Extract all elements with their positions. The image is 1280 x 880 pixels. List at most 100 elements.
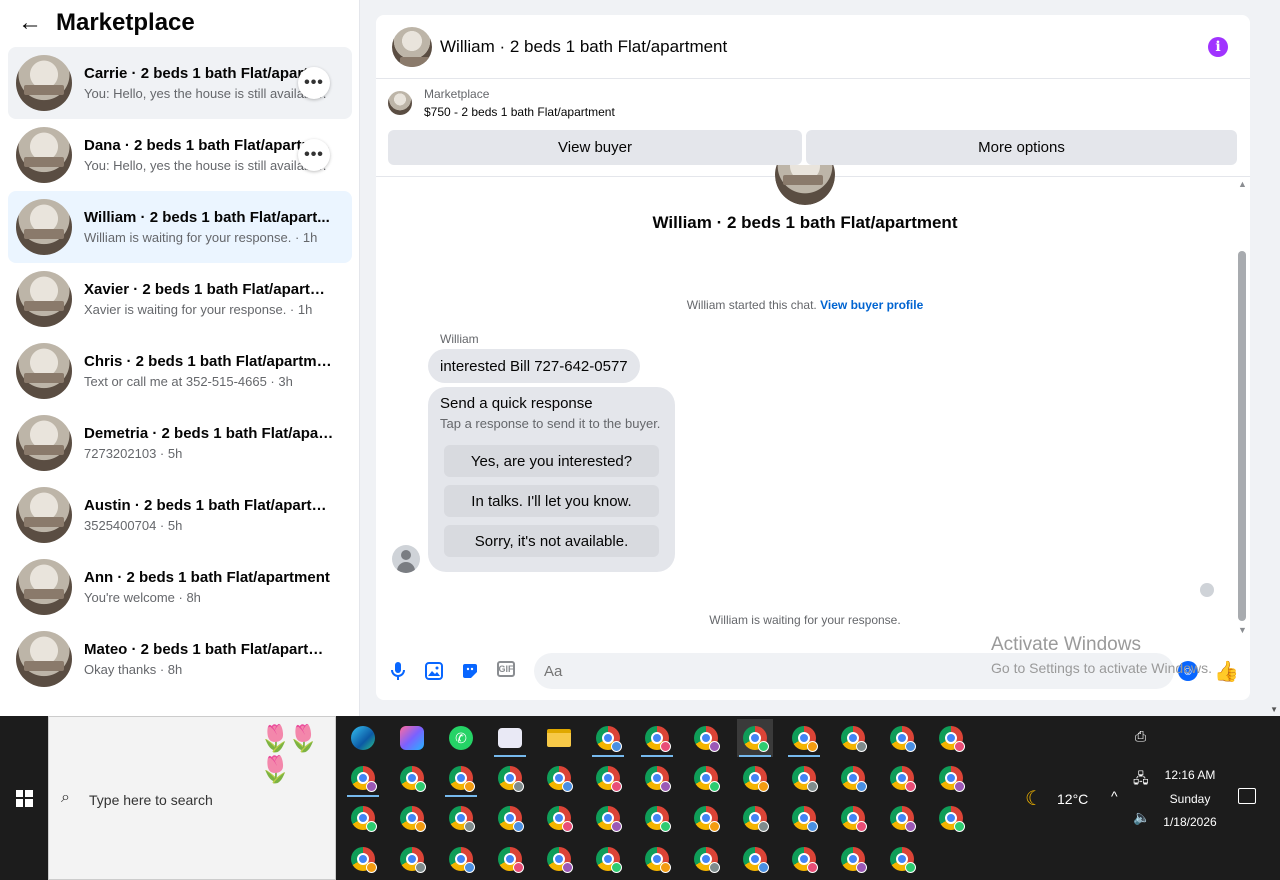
chrome-profile-icon[interactable] (786, 840, 822, 878)
sticker-icon[interactable] (460, 661, 480, 681)
snipping-tool-icon[interactable] (492, 719, 528, 757)
scroll-down-icon[interactable]: ▼ (1270, 705, 1278, 714)
chrome-profile-icon[interactable] (639, 759, 675, 797)
chrome-profile-icon[interactable] (884, 719, 920, 757)
chrome-profile-icon[interactable] (590, 799, 626, 837)
network-icon[interactable]: 🖧 (1133, 768, 1149, 792)
conversation-item-ann[interactable]: Ann · 2 beds 1 bath Flat/apartment You're… (8, 551, 352, 623)
chrome-profile-icon[interactable] (835, 799, 871, 837)
thumbs-up-icon[interactable]: 👍 (1214, 659, 1239, 684)
edge-icon[interactable] (345, 719, 381, 757)
info-icon[interactable]: i (1208, 37, 1228, 57)
microphone-icon[interactable] (388, 661, 408, 681)
chrome-profile-icon[interactable] (835, 719, 871, 757)
chrome-profile-icon[interactable] (492, 840, 528, 878)
chrome-profile-icon[interactable] (737, 799, 773, 837)
chrome-profile-icon[interactable] (688, 840, 724, 878)
listing-summary[interactable]: Marketplace $750 - 2 beds 1 bath Flat/ap… (388, 87, 615, 119)
chrome-profile-icon[interactable] (933, 719, 969, 757)
conversation-item-mateo[interactable]: Mateo · 2 beds 1 bath Flat/apartm... Okay… (8, 623, 352, 695)
chrome-profile-icon[interactable] (933, 799, 969, 837)
chrome-profile-icon[interactable] (345, 759, 381, 797)
chrome-profile-icon[interactable] (443, 840, 479, 878)
chrome-profile-icon[interactable] (737, 840, 773, 878)
chrome-profile-icon[interactable] (590, 759, 626, 797)
more-options-icon[interactable]: ••• (298, 67, 330, 99)
chrome-profile-icon[interactable] (639, 719, 675, 757)
conversation-item-austin[interactable]: Austin · 2 beds 1 bath Flat/apartm... 352… (8, 479, 352, 551)
message-input[interactable] (534, 653, 1174, 689)
chrome-profile-icon[interactable] (345, 840, 381, 878)
chrome-profile-icon[interactable] (443, 759, 479, 797)
chrome-profile-icon[interactable] (541, 840, 577, 878)
chrome-profile-icon[interactable] (835, 759, 871, 797)
volume-icon[interactable]: 🔈 (1133, 809, 1150, 826)
conversation-item-william[interactable]: William · 2 beds 1 bath Flat/apart... Wil… (8, 191, 352, 263)
chrome-profile-icon[interactable] (639, 799, 675, 837)
photo-icon[interactable] (424, 661, 444, 681)
chrome-profile-icon[interactable] (345, 799, 381, 837)
conversation-item-demetria[interactable]: Demetria · 2 beds 1 bath Flat/apart... 72… (8, 407, 352, 479)
chrome-profile-icon[interactable] (688, 799, 724, 837)
chrome-profile-icon[interactable] (639, 840, 675, 878)
conversation-item-xavier[interactable]: Xavier · 2 beds 1 bath Flat/apartm... Xav… (8, 263, 352, 335)
chrome-profile-icon[interactable] (688, 759, 724, 797)
chrome-profile-icon[interactable] (933, 759, 969, 797)
notifications-icon[interactable] (1238, 788, 1256, 804)
avatar[interactable] (392, 26, 432, 67)
quick-reply-yes-button[interactable]: Yes, are you interested? (444, 445, 659, 477)
chrome-profile-icon[interactable] (443, 799, 479, 837)
scrollbar-thumb[interactable] (1238, 251, 1246, 621)
more-options-button[interactable]: More options (806, 130, 1237, 165)
view-buyer-profile-link[interactable]: View buyer profile (820, 298, 923, 312)
view-buyer-button[interactable]: View buyer (388, 130, 802, 165)
chrome-profile-icon[interactable] (786, 759, 822, 797)
conversation-name: Ann · 2 beds 1 bath Flat/apartment (84, 569, 330, 586)
gif-icon[interactable]: GIF (497, 661, 515, 677)
chrome-profile-icon[interactable] (590, 840, 626, 878)
chrome-profile-icon[interactable] (394, 840, 430, 878)
chrome-profile-icon[interactable] (737, 759, 773, 797)
clock-date[interactable]: 1/18/2026 (1158, 815, 1222, 829)
chrome-profile-icon[interactable] (590, 719, 626, 757)
chrome-profile-icon[interactable] (492, 799, 528, 837)
page-scrollbar[interactable]: ▼ (1268, 0, 1280, 716)
chrome-profile-icon[interactable] (688, 719, 724, 757)
start-button[interactable] (0, 716, 48, 880)
chrome-profile-icon[interactable] (786, 719, 822, 757)
conversation-item-dana[interactable]: Dana · 2 beds 1 bath Flat/apartment You: … (8, 119, 352, 191)
chrome-profile-icon[interactable] (884, 840, 920, 878)
whatsapp-icon[interactable]: ✆ (443, 719, 479, 757)
chrome-profile-icon[interactable] (394, 759, 430, 797)
clock-time[interactable]: 12:16 AM (1158, 768, 1222, 782)
chrome-profile-icon[interactable] (786, 799, 822, 837)
show-hidden-icons-icon[interactable]: ^ (1111, 788, 1118, 804)
copilot-icon[interactable] (394, 719, 430, 757)
chrome-profile-icon[interactable] (884, 759, 920, 797)
quick-reply-in-talks-button[interactable]: In talks. I'll let you know. (444, 485, 659, 517)
moon-icon[interactable]: ☾ (1025, 786, 1043, 811)
chrome-profile-icon[interactable] (394, 799, 430, 837)
chrome-profile-icon[interactable] (541, 799, 577, 837)
chrome-profile-icon[interactable] (884, 799, 920, 837)
avatar (16, 127, 72, 183)
more-options-icon[interactable]: ••• (298, 139, 330, 171)
quick-reply-not-available-button[interactable]: Sorry, it's not available. (444, 525, 659, 557)
chat-title[interactable]: William · 2 beds 1 bath Flat/apartment (440, 37, 727, 57)
clock-day[interactable]: Sunday (1158, 792, 1222, 806)
back-arrow-icon[interactable]: ← (18, 11, 42, 35)
conversation-item-carrie[interactable]: Carrie · 2 beds 1 bath Flat/apartment You… (8, 47, 352, 119)
chrome-profile-icon[interactable] (541, 759, 577, 797)
weather-temperature[interactable]: 12°C (1057, 791, 1088, 807)
conversation-item-chris[interactable]: Chris · 2 beds 1 bath Flat/apartment Text… (8, 335, 352, 407)
taskbar-search-box[interactable]: ⌕ Type here to search 🌷🌷🌷 (48, 716, 336, 880)
chat-scrollbar[interactable]: ▲ ▼ (1234, 179, 1250, 639)
chrome-profile-icon[interactable] (835, 840, 871, 878)
chrome-profile-icon[interactable] (737, 719, 773, 757)
chrome-profile-icon[interactable] (492, 759, 528, 797)
meet-now-icon[interactable]: ⎙ (1135, 728, 1146, 745)
scroll-up-icon[interactable]: ▲ (1238, 179, 1247, 189)
file-explorer-icon[interactable] (541, 719, 577, 757)
emoji-icon[interactable]: ☺ (1178, 661, 1198, 681)
scroll-down-icon[interactable]: ▼ (1238, 625, 1247, 635)
